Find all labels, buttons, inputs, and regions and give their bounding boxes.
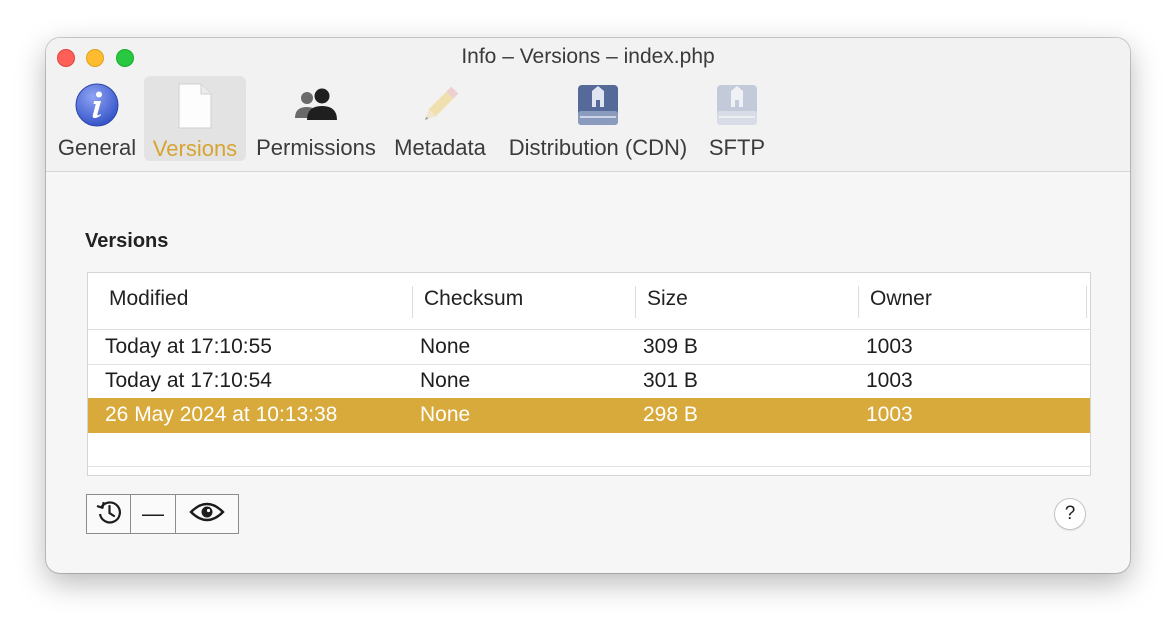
toolbar-general[interactable]: General xyxy=(54,76,140,161)
toolbar-metadata-label: Metadata xyxy=(394,135,486,160)
table-row-empty xyxy=(88,432,1090,467)
table-row-selected[interactable]: 26 May 2024 at 10:13:38 None 298 B 1003 xyxy=(88,398,1090,433)
window-title: Info – Versions – index.php xyxy=(461,45,715,68)
eye-icon xyxy=(189,500,225,529)
cell-modified: Today at 17:10:54 xyxy=(105,369,272,392)
toolbar-distribution[interactable]: Distribution (CDN) xyxy=(498,76,698,161)
cell-owner: 1003 xyxy=(866,403,913,426)
cell-size: 309 B xyxy=(643,335,698,358)
column-header-modified[interactable]: Modified xyxy=(109,287,188,311)
info-window: Info – Versions – index.php General Vers… xyxy=(46,38,1130,573)
section-title: Versions xyxy=(85,230,169,252)
versions-table[interactable]: Modified Checksum Size Owner Today at 17… xyxy=(87,272,1091,476)
pencil-icon xyxy=(414,80,466,129)
toolbar-versions-label: Versions xyxy=(152,136,238,161)
table-row[interactable]: Today at 17:10:55 None 309 B 1003 xyxy=(88,330,1090,365)
delete-version-button[interactable]: — xyxy=(131,495,176,533)
toolbar-permissions-label: Permissions xyxy=(256,135,376,160)
cell-size: 298 B xyxy=(643,403,698,426)
cell-size: 301 B xyxy=(643,369,698,392)
drive-icon xyxy=(572,80,624,129)
toolbar-versions[interactable]: Versions xyxy=(144,76,246,161)
revert-history-icon xyxy=(94,497,124,532)
minus-icon: — xyxy=(142,501,164,526)
column-header-owner[interactable]: Owner xyxy=(870,287,932,311)
column-header-size[interactable]: Size xyxy=(647,287,688,311)
cell-modified: Today at 17:10:55 xyxy=(105,335,272,358)
toolbar-sftp: SFTP xyxy=(704,76,770,161)
cell-owner: 1003 xyxy=(866,335,913,358)
drive-icon xyxy=(711,80,763,129)
titlebar: Info – Versions – index.php General Vers… xyxy=(46,38,1130,172)
cell-owner: 1003 xyxy=(866,369,913,392)
column-divider xyxy=(412,286,413,318)
column-divider xyxy=(635,286,636,318)
users-icon xyxy=(290,80,342,129)
help-button[interactable]: ? xyxy=(1055,499,1085,529)
cell-checksum: None xyxy=(420,335,471,358)
toolbar-metadata: Metadata xyxy=(390,76,490,161)
cell-checksum: None xyxy=(420,369,471,392)
quick-look-button[interactable] xyxy=(176,495,238,533)
column-divider xyxy=(858,286,859,318)
toolbar-sftp-label: SFTP xyxy=(708,135,766,160)
table-row[interactable]: Today at 17:10:54 None 301 B 1003 xyxy=(88,364,1090,399)
revert-button[interactable] xyxy=(87,495,131,533)
toolbar-distribution-label: Distribution (CDN) xyxy=(508,135,688,160)
version-actions: — xyxy=(86,494,239,534)
cell-modified: 26 May 2024 at 10:13:38 xyxy=(105,403,338,426)
toolbar-permissions[interactable]: Permissions xyxy=(250,76,382,161)
document-icon xyxy=(169,80,221,130)
cell-checksum: None xyxy=(420,403,471,426)
column-divider xyxy=(1086,286,1087,318)
info-icon xyxy=(71,80,123,129)
toolbar-general-label: General xyxy=(57,135,137,160)
table-header: Modified Checksum Size Owner xyxy=(88,273,1090,330)
column-header-checksum[interactable]: Checksum xyxy=(424,287,523,311)
